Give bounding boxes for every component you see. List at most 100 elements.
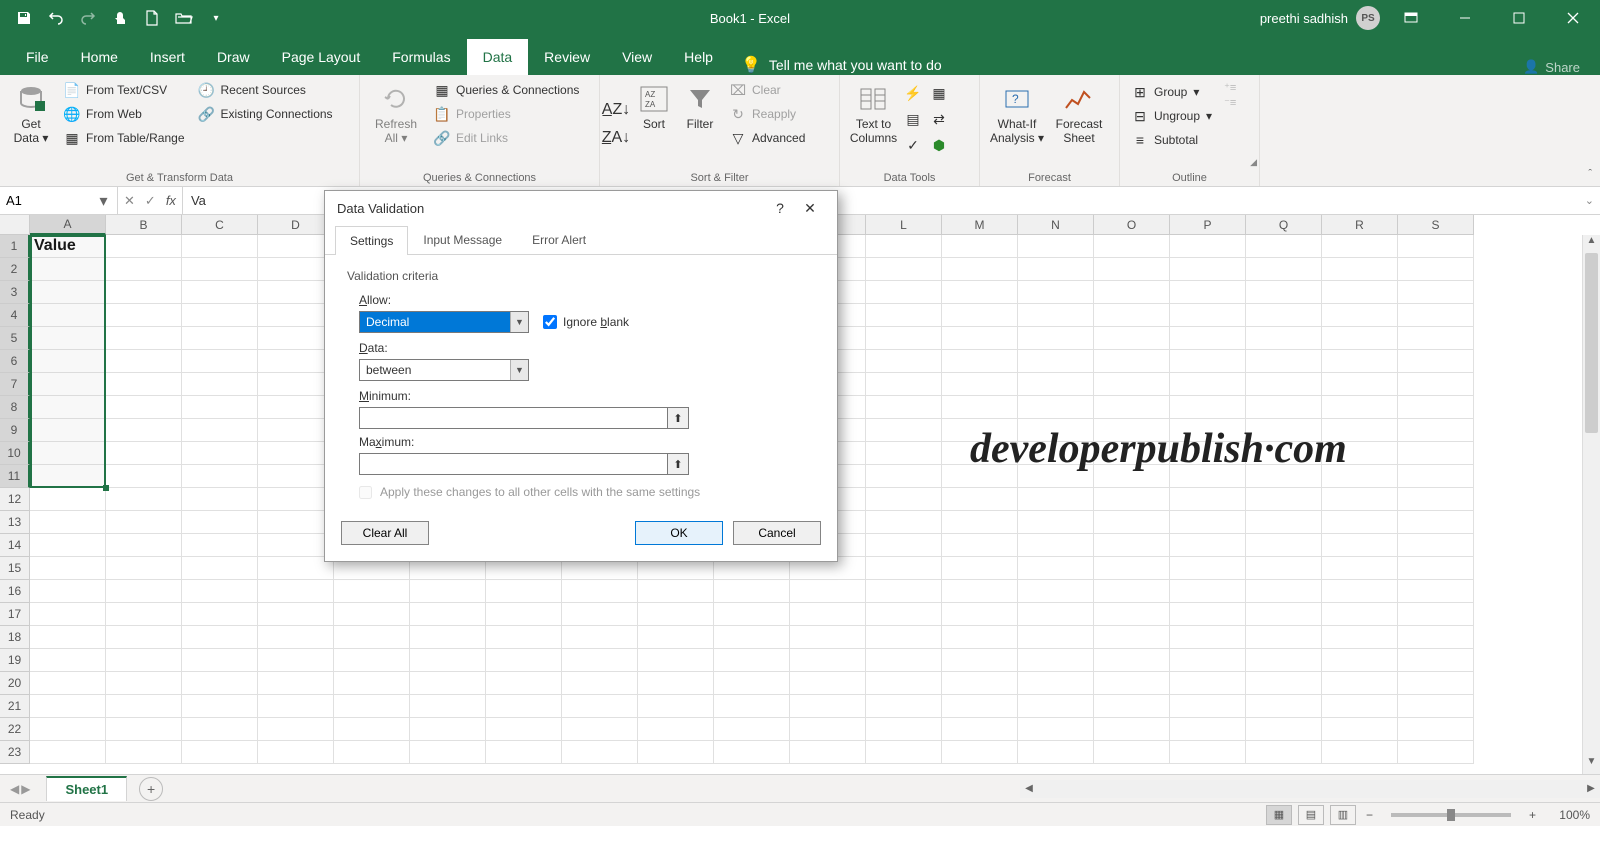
scroll-up-icon[interactable]: ▲: [1583, 235, 1600, 253]
cell[interactable]: [562, 626, 638, 649]
cell[interactable]: [182, 718, 258, 741]
cell[interactable]: [106, 373, 182, 396]
cell[interactable]: [790, 741, 866, 764]
cell[interactable]: [486, 695, 562, 718]
cell[interactable]: [1246, 718, 1322, 741]
cell[interactable]: [1018, 396, 1094, 419]
cell[interactable]: [486, 580, 562, 603]
ungroup-button[interactable]: ⊟Ungroup ▾: [1126, 105, 1218, 127]
cell[interactable]: [182, 626, 258, 649]
name-box-dropdown-icon[interactable]: ▾: [90, 191, 117, 211]
cancel-formula-icon[interactable]: ✕: [124, 193, 135, 209]
cell[interactable]: [258, 304, 334, 327]
clear-button[interactable]: ⌧Clear: [724, 79, 811, 101]
cell[interactable]: [1322, 672, 1398, 695]
cell[interactable]: [1094, 488, 1170, 511]
cell[interactable]: [790, 672, 866, 695]
reapply-button[interactable]: ↻Reapply: [724, 103, 811, 125]
ignore-blank-checkbox[interactable]: Ignore blank: [543, 315, 629, 329]
cell[interactable]: [258, 603, 334, 626]
cell[interactable]: [1018, 442, 1094, 465]
row-header[interactable]: 8: [0, 396, 30, 419]
cell[interactable]: [410, 741, 486, 764]
cell[interactable]: [942, 465, 1018, 488]
cell[interactable]: [1246, 695, 1322, 718]
cell[interactable]: [1094, 235, 1170, 258]
existing-connections-button[interactable]: 🔗Existing Connections: [193, 103, 339, 125]
row-header[interactable]: 10: [0, 442, 30, 465]
cell[interactable]: [866, 672, 942, 695]
row-header[interactable]: 18: [0, 626, 30, 649]
maximum-input[interactable]: [359, 453, 667, 475]
cell[interactable]: [638, 718, 714, 741]
cell[interactable]: [182, 672, 258, 695]
cell[interactable]: [1018, 741, 1094, 764]
cell[interactable]: [258, 465, 334, 488]
horizontal-scrollbar[interactable]: ◀ ▶: [1020, 780, 1600, 798]
cell[interactable]: [1246, 557, 1322, 580]
cell[interactable]: [1398, 603, 1474, 626]
fx-icon[interactable]: fx: [166, 193, 176, 208]
cell[interactable]: [106, 281, 182, 304]
cancel-button[interactable]: Cancel: [733, 521, 821, 545]
cell[interactable]: [182, 695, 258, 718]
cell[interactable]: [1398, 396, 1474, 419]
column-header[interactable]: Q: [1246, 215, 1322, 235]
cell[interactable]: [334, 741, 410, 764]
chevron-down-icon[interactable]: ▼: [510, 312, 528, 332]
cell[interactable]: [1246, 511, 1322, 534]
column-header[interactable]: N: [1018, 215, 1094, 235]
dialog-help-icon[interactable]: ?: [765, 193, 795, 223]
cell[interactable]: [866, 373, 942, 396]
cell[interactable]: [866, 304, 942, 327]
cell[interactable]: [182, 603, 258, 626]
cell[interactable]: [1170, 649, 1246, 672]
cell[interactable]: [182, 419, 258, 442]
cell[interactable]: [258, 396, 334, 419]
cell[interactable]: [258, 580, 334, 603]
cell[interactable]: [30, 672, 106, 695]
cell[interactable]: [1094, 304, 1170, 327]
subtotal-button[interactable]: ≡Subtotal: [1126, 129, 1218, 151]
cell[interactable]: [866, 488, 942, 511]
cell[interactable]: [30, 304, 106, 327]
cell[interactable]: [1398, 442, 1474, 465]
cell[interactable]: [106, 603, 182, 626]
cell[interactable]: [1398, 741, 1474, 764]
cell[interactable]: [1018, 419, 1094, 442]
cell[interactable]: [942, 281, 1018, 304]
cell[interactable]: [106, 465, 182, 488]
page-layout-view-icon[interactable]: ▤: [1298, 805, 1324, 825]
cell[interactable]: [1322, 304, 1398, 327]
cell[interactable]: [30, 603, 106, 626]
cell[interactable]: [942, 373, 1018, 396]
cell[interactable]: [714, 580, 790, 603]
cell[interactable]: [1018, 626, 1094, 649]
cell[interactable]: [106, 534, 182, 557]
cell[interactable]: [182, 258, 258, 281]
cell[interactable]: [486, 741, 562, 764]
scroll-thumb[interactable]: [1585, 253, 1598, 433]
cell[interactable]: [1170, 304, 1246, 327]
row-header[interactable]: 7: [0, 373, 30, 396]
cell[interactable]: [1094, 419, 1170, 442]
cell[interactable]: [182, 557, 258, 580]
cell[interactable]: [1018, 695, 1094, 718]
cell[interactable]: [1094, 649, 1170, 672]
remove-duplicates-button[interactable]: ▤: [903, 109, 923, 129]
column-header[interactable]: R: [1322, 215, 1398, 235]
cell[interactable]: [334, 695, 410, 718]
cell[interactable]: [106, 419, 182, 442]
outline-launcher-icon[interactable]: ◢: [1250, 157, 1257, 168]
column-header[interactable]: D: [258, 215, 334, 235]
cell[interactable]: [182, 488, 258, 511]
cell[interactable]: [106, 695, 182, 718]
cell[interactable]: [942, 511, 1018, 534]
cell[interactable]: [1018, 580, 1094, 603]
ignore-blank-input[interactable]: [543, 315, 557, 329]
zoom-in-icon[interactable]: +: [1525, 808, 1540, 822]
row-header[interactable]: 13: [0, 511, 30, 534]
cell[interactable]: [182, 465, 258, 488]
cell[interactable]: [106, 511, 182, 534]
cell[interactable]: [334, 672, 410, 695]
